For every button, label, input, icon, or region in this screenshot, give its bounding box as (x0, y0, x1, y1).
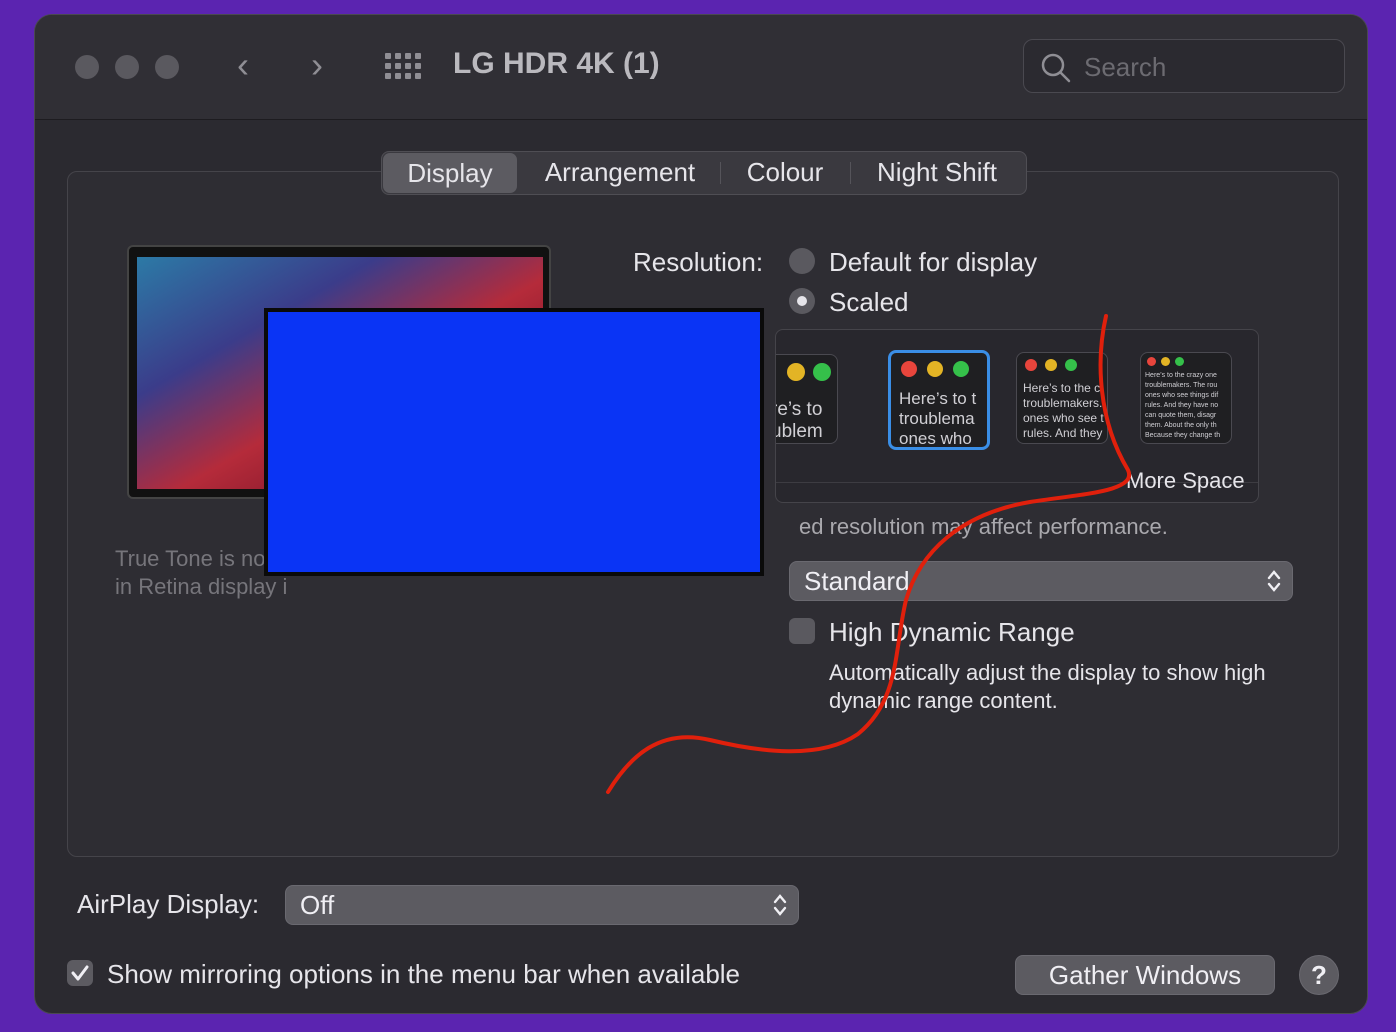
resolution-label: Resolution: (633, 247, 764, 277)
tab-bar: Display Arrangement Colour Night Shift (381, 151, 1027, 195)
resolution-sample-text: Here’s to the crazy one troublemakers. T… (1145, 372, 1221, 439)
window-title: LG HDR 4K (1) (453, 47, 660, 80)
tab-arrangement[interactable]: Arrangement (524, 152, 716, 194)
resolution-option-medium[interactable]: Here’s to the c troublemakers. ones who … (1016, 352, 1108, 444)
search-placeholder: Search (1084, 52, 1167, 82)
default-for-display-label[interactable]: Default for display (829, 247, 1037, 278)
search-field[interactable]: Search (1023, 39, 1345, 93)
mirroring-checkbox[interactable] (67, 960, 93, 986)
tab-colour[interactable]: Colour (724, 152, 846, 194)
radio-scaled[interactable] (789, 288, 815, 314)
resolution-option-selected[interactable]: Here’s to t troublema ones who (888, 350, 990, 450)
hdr-description-line1: Automatically adjust the display to show… (829, 660, 1266, 685)
hdr-description-line2: dynamic range content. (829, 688, 1058, 713)
hdr-checkbox[interactable] (789, 618, 815, 644)
preset-popup[interactable]: Standard (789, 561, 1293, 601)
resolution-option-more-space[interactable]: Here’s to the crazy one troublemakers. T… (1140, 352, 1232, 444)
forward-arrow-icon[interactable]: › (311, 47, 323, 83)
mirroring-label[interactable]: Show mirroring options in the menu bar w… (107, 959, 740, 990)
resolution-sample-text: Here’s to the c troublemakers. ones who … (1023, 381, 1104, 440)
tab-divider (720, 162, 721, 184)
tab-divider (850, 162, 851, 184)
airplay-display-value: Off (300, 890, 335, 920)
airplay-display-popup[interactable]: Off (285, 885, 799, 925)
updown-chevron-icon (1267, 570, 1281, 592)
tab-night-shift[interactable]: Night Shift (854, 152, 1020, 194)
redaction-box (264, 308, 764, 576)
airplay-display-label: AirPlay Display: (77, 889, 260, 919)
gather-windows-button[interactable]: Gather Windows (1015, 955, 1275, 995)
performance-note: ed resolution may affect performance. (799, 514, 1168, 539)
more-space-label: More Space (1126, 468, 1245, 493)
radio-default-for-display[interactable] (789, 248, 815, 274)
scaled-label[interactable]: Scaled (829, 287, 909, 318)
hdr-description: Automatically adjust the display to show… (829, 659, 1266, 715)
resolution-option-larger-text[interactable]: re’s to ublem (775, 354, 838, 444)
checkmark-icon (71, 965, 89, 981)
minimize-window-button[interactable] (115, 55, 139, 79)
true-tone-note-line2: in Retina display i (115, 574, 288, 599)
close-window-button[interactable] (75, 55, 99, 79)
scaled-resolution-picker: re’s to ublem Here’s to t troublema ones… (775, 329, 1259, 503)
search-icon (1041, 53, 1071, 83)
hdr-label[interactable]: High Dynamic Range (829, 617, 1075, 648)
preset-value: Standard (804, 566, 910, 596)
tab-display[interactable]: Display (383, 153, 517, 193)
zoom-window-button[interactable] (155, 55, 179, 79)
updown-chevron-icon (773, 894, 787, 916)
back-arrow-icon[interactable]: ‹ (237, 47, 249, 83)
title-bar: ‹ › LG HDR 4K (1) Search (35, 15, 1367, 120)
help-button[interactable]: ? (1299, 955, 1339, 995)
show-all-grid-icon[interactable] (385, 53, 421, 81)
resolution-sample-text: Here’s to t troublema ones who (899, 389, 977, 448)
resolution-sample-text: re’s to ublem (775, 399, 823, 442)
